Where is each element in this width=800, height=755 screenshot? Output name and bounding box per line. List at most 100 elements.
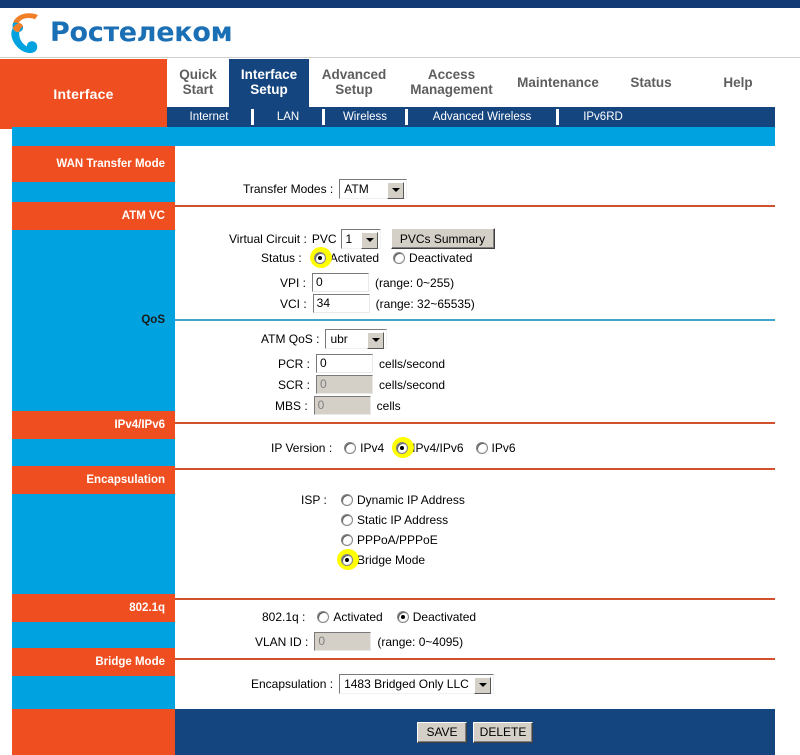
radio-icon bbox=[313, 252, 326, 264]
sidebar-section-encapsulation: Encapsulation bbox=[12, 466, 175, 494]
ip-version-ipv4-label: IPv4 bbox=[360, 441, 385, 455]
tab-maintenance[interactable]: Maintenance bbox=[504, 59, 612, 107]
divider-ipv4-ipv6 bbox=[175, 422, 775, 424]
ip-version-ipv6-label: IPv6 bbox=[491, 441, 516, 455]
virtual-circuit-row: Virtual Circuit : PVC 1 PVCs Summary bbox=[229, 228, 495, 249]
sub-tab-row: Internet LAN Wireless Advanced Wireless … bbox=[0, 107, 800, 127]
vlan-id-input: 0 bbox=[314, 632, 372, 651]
pvcs-summary-button[interactable]: PVCs Summary bbox=[390, 228, 495, 249]
status-deactivated-label: Deactivated bbox=[409, 251, 473, 265]
isp-radio-pppoa-pppoe[interactable]: PPPoA/PPPoE bbox=[341, 533, 438, 547]
transfer-modes-row: Transfer Modes : ATM bbox=[243, 179, 408, 199]
radio-icon bbox=[341, 554, 353, 566]
divider-802-1q bbox=[175, 598, 775, 600]
vlan-id-label: VLAN ID : bbox=[255, 634, 309, 649]
mbs-unit: cells bbox=[376, 398, 401, 413]
ip-version-radio-ipv4[interactable]: IPv4 bbox=[344, 441, 384, 455]
mbs-input: 0 bbox=[313, 396, 371, 415]
vlan-id-row: VLAN ID : 0 (range: 0~4095) bbox=[255, 632, 463, 651]
vlan-id-range-hint: (range: 0~4095) bbox=[377, 634, 464, 649]
ip-version-radio-ipv6[interactable]: IPv6 bbox=[475, 441, 516, 455]
top-accent-bar bbox=[0, 0, 800, 8]
sub-tab-row-left-filler bbox=[0, 107, 167, 127]
isp-radio-static[interactable]: Static IP Address bbox=[341, 513, 448, 527]
vpi-input[interactable]: 0 bbox=[312, 273, 370, 292]
dot1q-row: 802.1q : Activated Deactivated bbox=[262, 610, 476, 624]
radio-icon bbox=[344, 442, 357, 454]
scr-label: SCR : bbox=[278, 377, 311, 392]
chevron-down-icon bbox=[372, 338, 381, 342]
tab-status[interactable]: Status bbox=[612, 59, 690, 107]
encapsulation-value: 1483 Bridged Only LLC bbox=[344, 677, 469, 691]
dot1q-radio-deactivated[interactable]: Deactivated bbox=[396, 610, 476, 624]
divider-qos bbox=[175, 319, 775, 321]
isp-radio-bridge-mode[interactable]: Bridge Mode bbox=[337, 549, 426, 570]
radio-icon bbox=[341, 494, 353, 506]
vpi-range-hint: (range: 0~255) bbox=[375, 275, 455, 290]
pcr-input[interactable]: 0 bbox=[316, 354, 374, 373]
sidebar-section-802-1q: 802.1q bbox=[12, 594, 175, 622]
ip-version-row: IP Version : IPv4 IPv4/IPv6 IPv6 bbox=[271, 437, 516, 458]
virtual-circuit-label: Virtual Circuit : bbox=[229, 231, 307, 246]
divider-encapsulation bbox=[175, 468, 775, 470]
subtab-wireless[interactable]: Wireless bbox=[325, 107, 405, 127]
transfer-modes-select[interactable]: ATM bbox=[339, 179, 408, 199]
subtab-lan[interactable]: LAN bbox=[254, 107, 322, 127]
isp-bridge-mode-label: Bridge Mode bbox=[357, 553, 426, 567]
mbs-row: MBS : 0 cells bbox=[275, 396, 401, 415]
isp-radio-dynamic[interactable]: Dynamic IP Address bbox=[341, 493, 465, 507]
tab-advanced-setup[interactable]: Advanced Setup bbox=[309, 59, 399, 107]
encapsulation-row: Encapsulation : 1483 Bridged Only LLC bbox=[251, 674, 495, 694]
save-button[interactable]: SAVE bbox=[417, 721, 467, 743]
scr-row: SCR : 0 cells/second bbox=[278, 375, 445, 394]
status-label: Status : bbox=[261, 251, 302, 265]
footer-left-filler bbox=[12, 709, 175, 755]
vci-input[interactable]: 34 bbox=[312, 294, 370, 313]
pvc-value: 1 bbox=[345, 231, 353, 246]
dot1q-radio-activated[interactable]: Activated bbox=[317, 610, 383, 624]
sidebar-section-wan-transfer-mode: WAN Transfer Mode bbox=[12, 146, 175, 182]
isp-static-label: Static IP Address bbox=[357, 513, 449, 527]
tab-list: Quick Start Interface Setup Advanced Set… bbox=[167, 59, 800, 107]
ip-version-radio-ipv4-ipv6[interactable]: IPv4/IPv6 bbox=[392, 437, 464, 458]
subtab-internet[interactable]: Internet bbox=[167, 107, 251, 127]
chevron-down-icon bbox=[392, 188, 401, 192]
subtab-advanced-wireless[interactable]: Advanced Wireless bbox=[408, 107, 556, 127]
isp-label-row: ISP : bbox=[301, 493, 327, 507]
status-activated-label: Activated bbox=[329, 251, 380, 265]
tab-help[interactable]: Help bbox=[690, 59, 786, 107]
delete-button[interactable]: DELETE bbox=[473, 721, 533, 743]
encapsulation-select[interactable]: 1483 Bridged Only LLC bbox=[339, 674, 495, 694]
ip-version-ipv4-ipv6-label: IPv4/IPv6 bbox=[412, 441, 464, 455]
settings-form: Transfer Modes : ATM Virtual Circuit : P… bbox=[175, 146, 775, 755]
sub-tab-list: Internet LAN Wireless Advanced Wireless … bbox=[167, 107, 775, 127]
scr-input: 0 bbox=[316, 375, 374, 394]
brand-header: Ростелеком bbox=[0, 8, 800, 58]
rostelecom-ear-logo-icon bbox=[11, 13, 38, 54]
main-tab-row: Interface Quick Start Interface Setup Ad… bbox=[0, 59, 800, 129]
tab-interface-setup[interactable]: Interface Setup bbox=[229, 59, 309, 107]
vpi-label: VPI : bbox=[280, 275, 307, 290]
atm-qos-select[interactable]: ubr bbox=[325, 329, 388, 349]
radio-icon bbox=[393, 252, 406, 264]
tab-quick-start[interactable]: Quick Start bbox=[167, 59, 229, 107]
virtual-circuit-prefix: PVC bbox=[311, 231, 337, 246]
dot1q-label: 802.1q : bbox=[262, 610, 306, 624]
pvc-select[interactable]: 1 bbox=[340, 228, 381, 249]
transfer-modes-label: Transfer Modes : bbox=[243, 182, 334, 196]
status-radio-activated[interactable]: Activated bbox=[309, 247, 380, 268]
dot1q-activated-label: Activated bbox=[333, 610, 383, 624]
radio-icon bbox=[396, 611, 409, 623]
atm-qos-label: ATM QoS : bbox=[261, 332, 320, 346]
tab-access-management[interactable]: Access Management bbox=[399, 59, 504, 107]
mbs-label: MBS : bbox=[275, 398, 308, 413]
status-radio-deactivated[interactable]: Deactivated bbox=[393, 251, 472, 265]
pcr-unit: cells/second bbox=[379, 356, 446, 371]
vci-row: VCI : 34 (range: 32~65535) bbox=[280, 294, 475, 313]
subtab-ipv6rd[interactable]: IPv6RD bbox=[559, 107, 647, 127]
section-sidebar: WAN Transfer Mode ATM VC QoS IPv4/IPv6 E… bbox=[12, 146, 175, 755]
radio-icon bbox=[475, 442, 488, 454]
sidebar-section-ipv4-ipv6: IPv4/IPv6 bbox=[12, 411, 175, 439]
vpi-row: VPI : 0 (range: 0~255) bbox=[280, 273, 454, 292]
radio-icon bbox=[341, 534, 353, 546]
